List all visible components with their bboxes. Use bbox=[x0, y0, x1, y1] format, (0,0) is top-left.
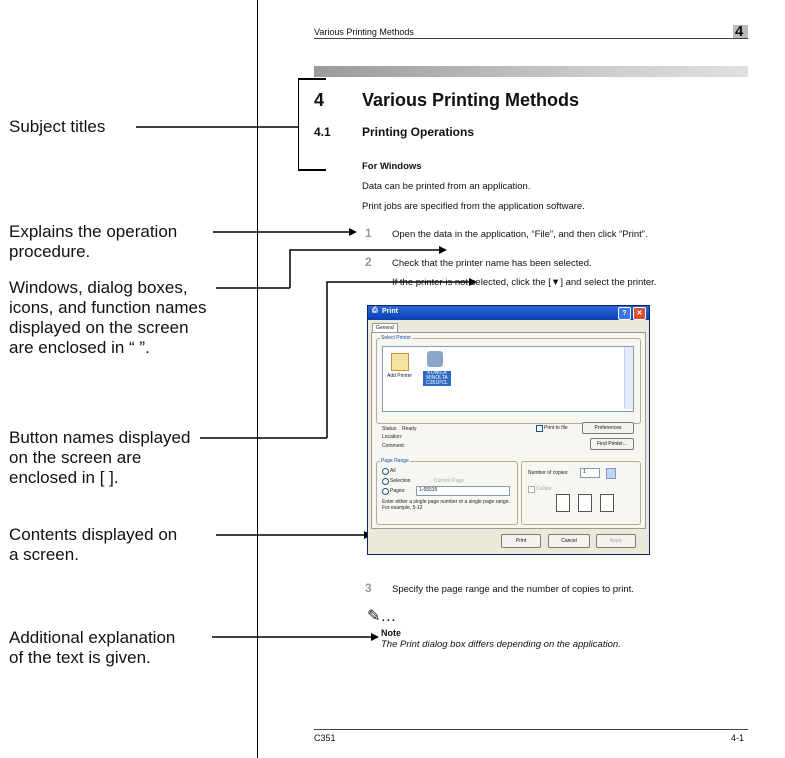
heading-title: Various Printing Methods bbox=[362, 90, 580, 110]
step-1-number: 1 bbox=[365, 226, 372, 240]
printer-name[interactable]: KONICA MINOLTA C351PCL bbox=[423, 371, 451, 386]
note-label: Note bbox=[381, 628, 401, 638]
bracket-top bbox=[298, 78, 326, 80]
selection-radio[interactable] bbox=[382, 478, 389, 485]
copies-input[interactable]: 1 bbox=[580, 468, 600, 478]
print-to-file-label[interactable]: Print to file bbox=[544, 425, 568, 431]
preferences-button[interactable]: Preferences bbox=[582, 422, 634, 434]
step-3-number: 3 bbox=[365, 581, 372, 595]
page-left-border bbox=[257, 0, 258, 758]
print-button[interactable]: Print bbox=[501, 534, 541, 548]
close-icon[interactable]: ✕ bbox=[633, 307, 646, 320]
collate-page-icon-3 bbox=[600, 494, 614, 512]
copies-label: Number of copies: bbox=[528, 470, 569, 476]
apply-button[interactable]: Apply bbox=[596, 534, 636, 548]
bracket-bottom bbox=[298, 169, 326, 171]
page-range-help: Enter either a single page number or a s… bbox=[382, 499, 510, 511]
find-printer-button[interactable]: Find Printer... bbox=[590, 438, 634, 450]
heading-number: 4 bbox=[314, 90, 325, 110]
dialog-titlebar: ⎙ Print ? ✕ bbox=[368, 306, 649, 320]
selection-label[interactable]: Selection bbox=[390, 478, 411, 484]
collate-page-icon-1 bbox=[556, 494, 570, 512]
all-radio[interactable] bbox=[382, 468, 389, 475]
print-dialog: ⎙ Print ? ✕ General Select Printer Add P… bbox=[367, 305, 650, 555]
all-label[interactable]: All bbox=[390, 468, 396, 474]
step-3-text: Specify the page range and the number of… bbox=[392, 584, 634, 595]
status-value: Ready bbox=[402, 426, 417, 432]
step-2-text-line2: If the printer is not selected, click th… bbox=[392, 277, 657, 288]
subject-title-bracket bbox=[298, 78, 299, 170]
add-printer-icon[interactable] bbox=[391, 353, 409, 371]
step-2-number: 2 bbox=[365, 255, 372, 269]
pages-radio[interactable] bbox=[382, 488, 389, 495]
location-label: Location: bbox=[382, 434, 403, 440]
collate-page-icon-2 bbox=[578, 494, 592, 512]
cancel-button[interactable]: Cancel bbox=[548, 534, 590, 548]
help-icon[interactable]: ? bbox=[618, 307, 631, 320]
print-to-file-checkbox[interactable] bbox=[536, 425, 543, 432]
subheading: For Windows bbox=[362, 161, 422, 172]
pages-input[interactable]: 1-65535 bbox=[416, 486, 510, 496]
current-page-label: Current Page bbox=[434, 478, 464, 484]
running-header-title: Various Printing Methods bbox=[314, 27, 414, 37]
printer-list[interactable]: Add Printer KONICA MINOLTA C351PCL bbox=[382, 346, 634, 412]
collate-checkbox[interactable] bbox=[528, 486, 535, 493]
intro-line1: Data can be printed from an application. bbox=[362, 181, 531, 192]
add-printer-label[interactable]: Add Printer bbox=[387, 373, 412, 379]
intro-line2: Print jobs are specified from the applic… bbox=[362, 201, 585, 212]
footer-model: C351 bbox=[314, 733, 336, 743]
section-title: Printing Operations bbox=[362, 125, 475, 139]
collate-label[interactable]: Collate bbox=[536, 486, 552, 492]
tab-general[interactable]: General bbox=[372, 323, 398, 332]
header-rule bbox=[314, 38, 748, 39]
comment-label: Comment: bbox=[382, 443, 406, 449]
printer-icon: ⎙ bbox=[372, 307, 378, 314]
copies-spinner[interactable] bbox=[606, 468, 616, 479]
footer-rule bbox=[314, 729, 748, 730]
note-pencil-icon: ✎… bbox=[367, 608, 397, 625]
status-label: Status: bbox=[382, 426, 398, 432]
select-printer-label: Select Printer bbox=[380, 335, 413, 341]
page-range-label: Page Range bbox=[380, 458, 410, 464]
pages-label[interactable]: Pages: bbox=[390, 488, 406, 494]
printer-device-icon[interactable] bbox=[427, 351, 443, 367]
step-1-text: Open the data in the application, “File”… bbox=[392, 229, 648, 240]
footer-page-number: 4-1 bbox=[731, 733, 745, 743]
section-number: 4.1 bbox=[314, 125, 331, 139]
header-gradient-bar bbox=[314, 66, 748, 77]
note-text: The Print dialog box differs depending o… bbox=[381, 639, 621, 650]
step-2-text: Check that the printer name has been sel… bbox=[392, 258, 592, 269]
printer-list-scrollbar[interactable] bbox=[624, 347, 633, 409]
dialog-title: Print bbox=[382, 308, 398, 315]
